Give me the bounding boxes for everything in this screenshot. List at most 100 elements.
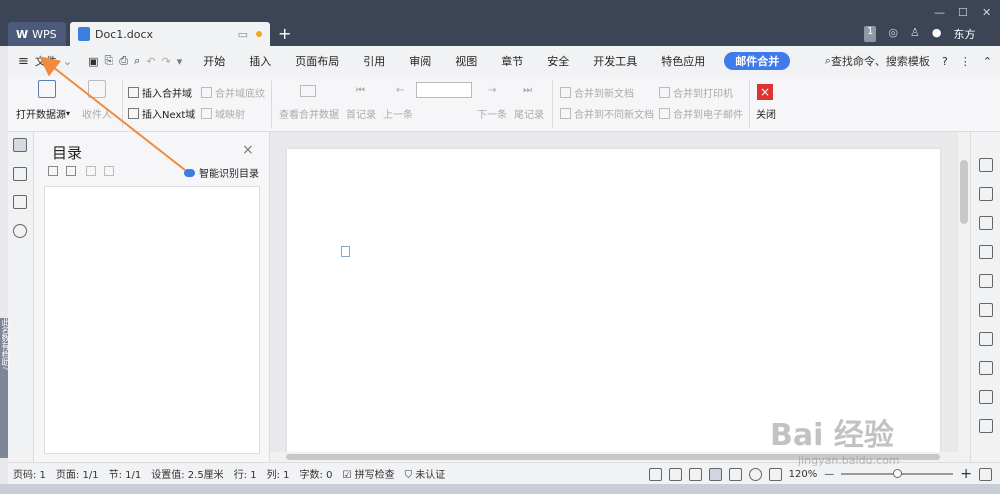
status-word-count[interactable]: 字数: 0 (295, 466, 338, 481)
shapes-icon[interactable] (979, 216, 993, 230)
chapter-nav-icon[interactable] (13, 167, 27, 181)
add-level-icon[interactable] (86, 166, 96, 176)
new-tab-button[interactable]: + (278, 24, 291, 43)
help-button[interactable]: ? (942, 55, 948, 68)
close-red-icon[interactable]: × (757, 84, 773, 100)
background-side-text: 此名数有档助? (1, 318, 10, 371)
redo-icon[interactable]: ↷ (162, 55, 171, 68)
remove-level-icon[interactable] (104, 166, 114, 176)
user-name[interactable]: 东方 (953, 26, 975, 42)
open-data-source-button[interactable]: 打开数据源 ▾ (16, 106, 70, 121)
merge-new-doc-button[interactable]: 合并到新文档 (560, 85, 634, 100)
toc-close-button[interactable]: × (242, 142, 254, 158)
merge-field-shading-button[interactable]: 合并域底纹 (201, 85, 265, 100)
zoom-value[interactable]: 120% (789, 469, 818, 480)
close-mail-merge-button[interactable]: 关闭 (756, 106, 776, 121)
edit-mode-icon[interactable] (688, 467, 702, 481)
next-record-button[interactable]: 下一条 (477, 106, 507, 121)
shirt-icon[interactable]: ♙ (910, 26, 920, 42)
tab-wps-label: WPS (32, 27, 57, 41)
more-options-icon[interactable]: ⋮ (960, 55, 971, 68)
menu-developer[interactable]: 开发工具 (584, 53, 646, 69)
hamburger-icon[interactable]: ≡ (18, 54, 29, 69)
zoom-slider-thumb[interactable] (892, 469, 902, 478)
zoom-slider[interactable] (841, 469, 954, 478)
menu-mail-merge[interactable]: 邮件合并 (724, 52, 791, 70)
insert-merge-field-button[interactable]: 插入合并域 (128, 85, 192, 100)
web-view-icon[interactable] (748, 467, 762, 481)
print-icon[interactable]: ⎙ (119, 54, 128, 68)
fit-window-icon[interactable] (979, 467, 992, 481)
read-mode-icon[interactable] (668, 467, 682, 481)
field-map-button[interactable]: 域映射 (201, 106, 245, 121)
merge-printer-button[interactable]: 合并到打印机 (659, 85, 733, 100)
prev-record-button[interactable]: 上一条 (383, 106, 413, 121)
settings-sliders-icon[interactable] (979, 245, 993, 259)
insert-next-field-button[interactable]: 插入Next域 (128, 106, 195, 121)
minimize-button[interactable]: — (934, 6, 945, 19)
zoom-minus-button[interactable]: — (824, 469, 834, 480)
cursor-icon[interactable] (979, 187, 993, 201)
bookmark-icon[interactable] (13, 195, 27, 209)
star-icon[interactable] (979, 303, 993, 317)
toc-nav-icon[interactable] (13, 138, 27, 152)
vertical-scrollbar[interactable] (958, 132, 970, 462)
collapse-up-icon[interactable] (66, 166, 76, 176)
screen-icon[interactable]: ▭ (238, 28, 248, 41)
menu-chapter[interactable]: 章节 (492, 53, 532, 69)
spell-check-icon: ☑ (342, 470, 352, 481)
outline-view-icon[interactable] (728, 467, 742, 481)
record-number-input[interactable] (416, 82, 472, 98)
fullscreen-icon[interactable] (648, 467, 662, 481)
menu-features[interactable]: 特色应用 (652, 53, 714, 69)
last-record-button[interactable]: 尾记录 (514, 106, 544, 121)
paste-options-icon[interactable] (341, 246, 350, 257)
export-icon[interactable]: ⎘ (105, 54, 114, 68)
menu-review[interactable]: 审阅 (400, 53, 440, 69)
menu-insert[interactable]: 插入 (240, 53, 280, 69)
first-record-button[interactable]: 首记录 (346, 106, 376, 121)
recipients-button[interactable]: 收件人 (82, 106, 112, 121)
eye-protection-icon[interactable] (768, 467, 782, 481)
translate-icon[interactable] (979, 361, 993, 375)
database-icon[interactable] (38, 80, 56, 98)
close-window-button[interactable]: ✕ (982, 6, 991, 19)
status-setting[interactable]: 设置值: 2.5厘米 (146, 466, 228, 481)
tab-document[interactable]: Doc1.docx ▭ (70, 22, 270, 46)
merge-printer-label: 合并到打印机 (673, 89, 733, 100)
skin-icon[interactable]: ◎ (888, 26, 898, 42)
preview-icon[interactable]: ⌕ (134, 54, 140, 68)
share-icon[interactable] (979, 332, 993, 346)
undo-icon[interactable]: ↶ (146, 55, 155, 68)
save-icon[interactable]: ▣ (88, 55, 98, 68)
auth-status[interactable]: ⛉ 未认证 (400, 466, 451, 481)
maximize-button[interactable]: ☐ (958, 6, 968, 19)
archive-icon[interactable] (979, 390, 993, 404)
menu-page-layout[interactable]: 页面布局 (286, 53, 348, 69)
menu-start[interactable]: 开始 (194, 53, 234, 69)
window-count-badge[interactable]: 1 (864, 26, 877, 42)
spell-check-button[interactable]: ☑ 拼写检查 (337, 466, 399, 481)
expand-down-icon[interactable] (48, 166, 58, 176)
command-search[interactable]: 查找命令、搜索模板 (831, 53, 930, 69)
pen-icon[interactable] (979, 158, 993, 172)
merge-email-button[interactable]: 合并到电子邮件 (659, 106, 743, 121)
chevron-down-icon[interactable]: ⌄ (63, 55, 72, 68)
avatar-icon[interactable]: ● (932, 26, 942, 42)
menu-reference[interactable]: 引用 (354, 53, 394, 69)
tab-wps[interactable]: W WPS (8, 22, 66, 46)
toc-list[interactable] (44, 186, 260, 454)
image-icon[interactable] (979, 419, 993, 433)
merge-diff-doc-button[interactable]: 合并到不同新文档 (560, 106, 654, 121)
menu-security[interactable]: 安全 (538, 53, 578, 69)
file-menu[interactable]: 文件 (35, 53, 57, 69)
zoom-plus-button[interactable]: + (960, 466, 972, 482)
find-icon[interactable] (13, 224, 27, 238)
gallery-icon[interactable] (979, 274, 993, 288)
collapse-ribbon-icon[interactable]: ⌃ (983, 55, 992, 68)
more-icon[interactable]: ▾ (177, 55, 183, 68)
view-merged-data-button[interactable]: 查看合并数据 (279, 106, 339, 121)
menu-view[interactable]: 视图 (446, 53, 486, 69)
smart-toc-button[interactable]: 智能识别目录 (184, 165, 259, 180)
page-view-icon[interactable] (708, 467, 722, 481)
